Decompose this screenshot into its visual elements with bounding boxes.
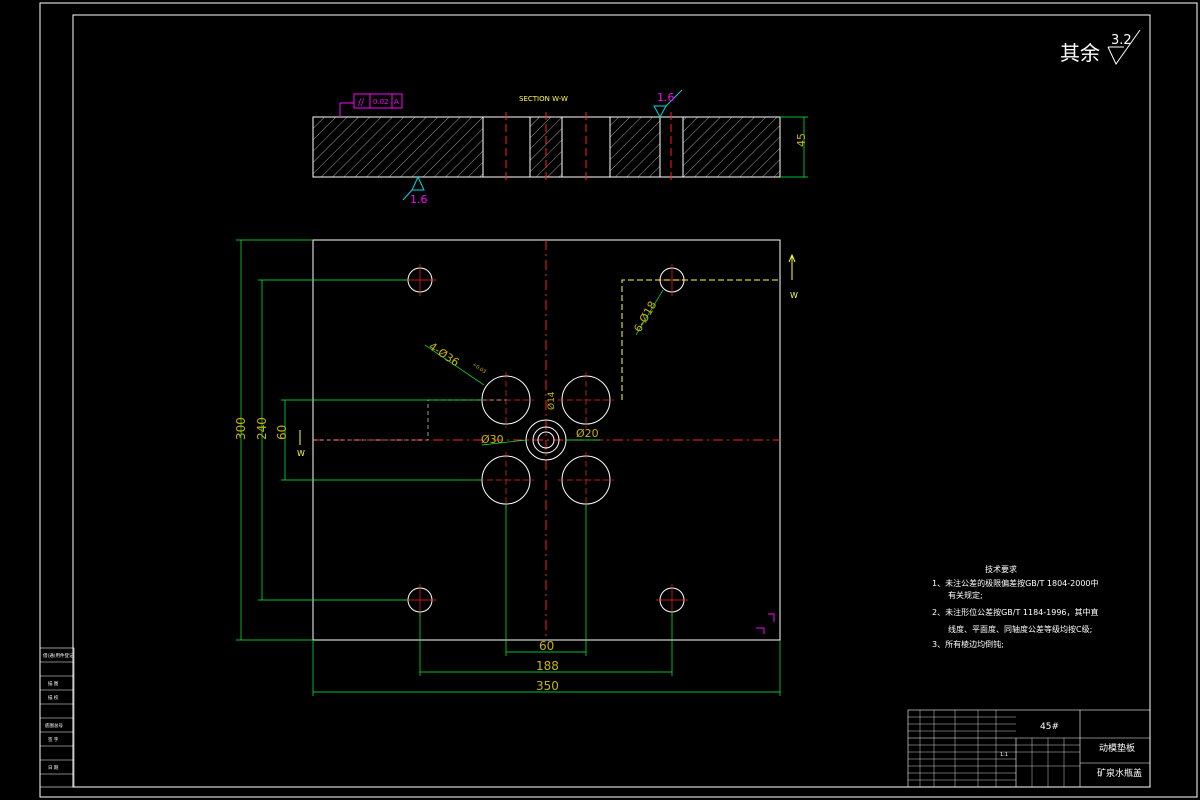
section-thickness-text: 45 <box>795 133 808 147</box>
plan-dims-width-188-text: 188 <box>536 659 559 673</box>
plan-dims-height-240-text: 240 <box>255 417 269 440</box>
side-column-items-2-text: 描 校 <box>48 694 59 701</box>
notes-items-4-text: 3、所有棱边均倒钝; <box>932 639 1004 649</box>
plan-dims-height-300-text: 300 <box>234 417 248 440</box>
section-view: SECTION W-W // 0.02 A 1.6 1.6 45 <box>312 89 808 206</box>
side-column-items-0-text: 借(通)用件登记 <box>43 652 74 659</box>
section-flatness-tol-text: 0.02 <box>373 98 389 106</box>
plan-dims-height-60-text: 60 <box>275 425 289 440</box>
side-column-items-3-text: 底图总号 <box>45 722 63 729</box>
notes-items-1-text: 有关规定; <box>948 590 983 600</box>
section-roughness-bottom-text: 1.6 <box>410 193 428 206</box>
notes-items-2-text: 2、未注形位公差按GB/T 1184-1996，其中直 <box>932 607 1099 617</box>
roughness-label-text: 其余 <box>1060 41 1100 65</box>
plan-dims-width-350-text: 350 <box>536 679 559 693</box>
cad-drawing: 其余 3.2 SECTION W-W // 0.02 A 1.6 1.6 45 … <box>39 2 1198 798</box>
plan-view: W W 4-Ø36 +0.03 6-Ø18 Ø30 Ø20 Ø14 300 24… <box>234 239 798 696</box>
section-flatness-datum-text: A <box>394 98 399 106</box>
part-name: 动模垫板 <box>1099 742 1135 754</box>
tech-notes: 技术要求 1、未注公差的极限偏差按GB/T 1804-2000中 有关规定; 2… <box>932 564 1099 649</box>
side-column-items-4-text: 签 字 <box>48 736 59 743</box>
plan-dims-width-60-text: 60 <box>539 639 554 653</box>
side-column-items-5-text: 日 期 <box>48 765 59 771</box>
roughness-symbol: 其余 3.2 <box>1060 29 1141 65</box>
notes-items-0-text: 1、未注公差的极限偏差按GB/T 1804-2000中 <box>932 578 1099 588</box>
notes-title-text: 技术要求 <box>985 564 1017 574</box>
company: 矿泉水瓶盖 <box>1097 767 1142 779</box>
plan-callouts-dia-20-text: Ø20 <box>576 427 599 440</box>
section-title: SECTION W-W <box>519 95 568 103</box>
section-mark-right: W <box>790 291 798 300</box>
svg-text://: // <box>358 98 365 108</box>
plan-callouts-holes-36-tol-upper-text: +0.03 <box>471 362 487 376</box>
scale: 1:1 <box>1000 752 1008 758</box>
plan-callouts-holes-18-text: 6-Ø18 <box>631 299 659 335</box>
section-mark-left: W <box>297 449 305 458</box>
plan-callouts-holes-36-text: 4-Ø36 <box>426 340 461 370</box>
material: 45# <box>1040 722 1059 732</box>
notes-items-3-text: 线度、平面度、同轴度公差等级均按C级; <box>948 624 1092 634</box>
roughness-value-text: 3.2 <box>1111 33 1132 48</box>
plan-callouts-dia-14-text: Ø14 <box>546 391 557 410</box>
side-column-items-1-text: 描 图 <box>48 680 59 687</box>
section-roughness-top-text: 1.6 <box>657 91 675 104</box>
